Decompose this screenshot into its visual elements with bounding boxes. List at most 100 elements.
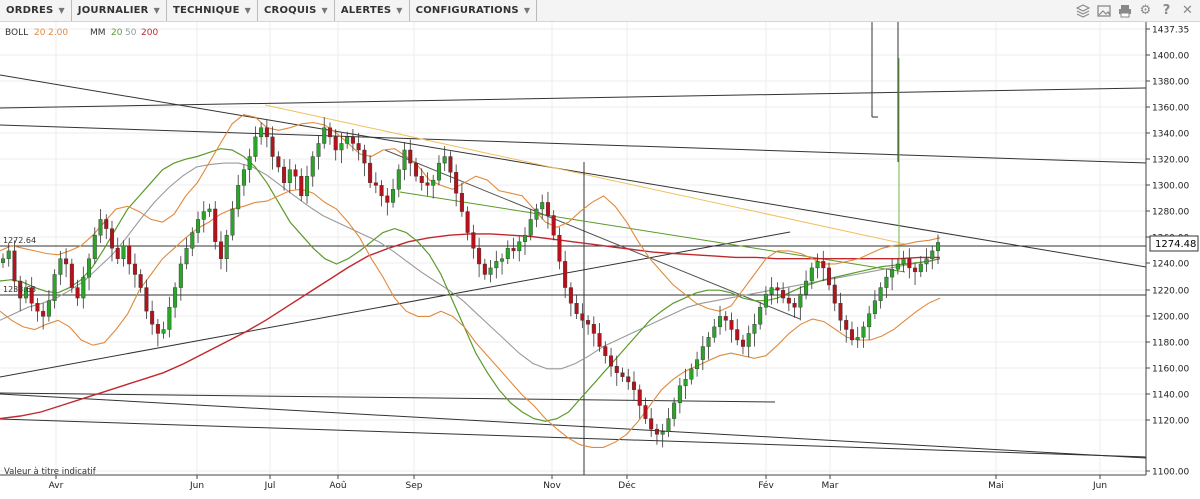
menu-ordres[interactable]: ORDRES ▼ bbox=[0, 0, 72, 21]
candle-down bbox=[448, 156, 453, 173]
x-tick-label: Fév bbox=[758, 480, 774, 491]
y-tick-label: 1240.00 bbox=[1152, 260, 1189, 270]
candle-up bbox=[746, 333, 751, 347]
candle-down bbox=[609, 355, 614, 367]
candle-up bbox=[689, 368, 694, 380]
candle-down bbox=[213, 208, 218, 242]
fibo-line bbox=[264, 104, 906, 245]
menu-label: ORDRES bbox=[6, 5, 54, 16]
print-icon[interactable] bbox=[1116, 2, 1133, 19]
x-tick-label: Mar bbox=[822, 481, 839, 491]
candle-up bbox=[930, 250, 935, 259]
candle-down bbox=[626, 376, 631, 383]
candle-up bbox=[700, 346, 705, 360]
candle-up bbox=[201, 211, 206, 220]
candle-down bbox=[127, 245, 132, 265]
candle-down bbox=[138, 274, 143, 288]
candle-up bbox=[58, 258, 63, 275]
y-tick-label: 1300.00 bbox=[1152, 182, 1189, 192]
candle-up bbox=[867, 313, 872, 328]
candle-down bbox=[574, 303, 579, 314]
candle-down bbox=[781, 289, 786, 299]
candle-up bbox=[677, 385, 682, 404]
layers-icon[interactable] bbox=[1074, 2, 1091, 19]
menu-configurations[interactable]: CONFIGURATIONS ▼ bbox=[410, 0, 538, 21]
caret-down-icon: ▼ bbox=[523, 6, 531, 15]
candle-down bbox=[557, 234, 562, 262]
candle-down bbox=[218, 241, 223, 259]
candle-up bbox=[310, 156, 315, 177]
decline-line bbox=[384, 149, 801, 320]
candle-up bbox=[207, 208, 212, 212]
candle-up bbox=[173, 287, 178, 308]
candle-up bbox=[305, 176, 310, 197]
y-tick-label: 1140.00 bbox=[1152, 391, 1189, 401]
candle-up bbox=[178, 263, 183, 288]
legend-boll-p1: 20 bbox=[34, 28, 46, 38]
menu-label: CONFIGURATIONS bbox=[415, 5, 519, 16]
candle-down bbox=[735, 329, 740, 341]
candle-down bbox=[654, 428, 659, 435]
y-tick-label: 1437.35 bbox=[1152, 26, 1189, 36]
candle-down bbox=[603, 346, 608, 356]
candle-up bbox=[431, 179, 436, 186]
footer-note: Valeur à titre indicatif bbox=[4, 467, 97, 477]
x-tick-label: Mai bbox=[988, 481, 1004, 491]
candle-down bbox=[792, 303, 797, 308]
image-icon[interactable] bbox=[1095, 2, 1112, 19]
candle-up bbox=[505, 248, 510, 259]
y-tick-label: 1160.00 bbox=[1152, 365, 1189, 375]
menu-label: JOURNALIER bbox=[77, 5, 149, 16]
candle-down bbox=[723, 316, 728, 321]
candle-up bbox=[396, 169, 401, 190]
legend-mm-p3: 200 bbox=[141, 28, 158, 38]
menu-croquis[interactable]: CROQUIS ▼ bbox=[258, 0, 335, 21]
candle-up bbox=[924, 258, 929, 265]
x-tick-label: Nov bbox=[543, 481, 561, 491]
candle-down bbox=[465, 211, 470, 233]
candle-down bbox=[35, 303, 40, 312]
menu-alertes[interactable]: ALERTES ▼ bbox=[335, 0, 410, 21]
candle-up bbox=[161, 329, 166, 334]
help-icon[interactable]: ? bbox=[1158, 2, 1175, 19]
caret-down-icon: ▼ bbox=[58, 6, 65, 15]
chart-area[interactable]: 1437.35 1400.00 1380.00 1360.00 1340.00 1320.… bbox=[0, 22, 1200, 495]
candle-up bbox=[236, 185, 241, 210]
menu-technique[interactable]: TECHNIQUE ▼ bbox=[167, 0, 258, 21]
candle-up bbox=[6, 250, 11, 259]
candle-down bbox=[563, 261, 568, 288]
gear-icon[interactable]: ⚙ bbox=[1137, 2, 1154, 19]
candle-up bbox=[345, 136, 350, 144]
candle-down bbox=[643, 405, 648, 419]
caret-down-icon: ▼ bbox=[396, 6, 403, 15]
x-tick-label: Jun bbox=[1092, 481, 1107, 491]
y-tick-label: 1400.00 bbox=[1152, 52, 1189, 62]
candle-up bbox=[81, 276, 86, 299]
candle-down bbox=[913, 267, 918, 273]
candle-up bbox=[901, 258, 906, 265]
candle-up bbox=[339, 143, 344, 151]
candle-up bbox=[230, 208, 235, 236]
y-tick-label: 1200.00 bbox=[1152, 313, 1189, 323]
candle-up bbox=[190, 232, 195, 249]
legend-mm-p1: 20 bbox=[111, 28, 123, 38]
candle-down bbox=[786, 297, 791, 304]
candle-up bbox=[322, 127, 327, 144]
toolbar-icons: ⚙ ? ✕ bbox=[1074, 2, 1196, 19]
close-icon[interactable]: ✕ bbox=[1179, 2, 1196, 19]
candle-down bbox=[551, 215, 556, 236]
menu-journalier[interactable]: JOURNALIER ▼ bbox=[72, 0, 167, 21]
candle-down bbox=[350, 136, 355, 144]
candle-up bbox=[224, 234, 229, 259]
candle-up bbox=[253, 136, 258, 157]
price-chart[interactable]: 1437.35 1400.00 1380.00 1360.00 1340.00 1320.… bbox=[0, 22, 1200, 495]
candle-up bbox=[872, 300, 877, 314]
candle-down bbox=[545, 202, 550, 216]
candle-down bbox=[477, 248, 482, 265]
candle-down bbox=[270, 136, 275, 157]
candle-down bbox=[740, 339, 745, 347]
candle-down bbox=[264, 127, 269, 138]
candle-up bbox=[752, 324, 757, 334]
channel-lower-line bbox=[0, 393, 1147, 459]
x-tick-label: Sep bbox=[406, 481, 423, 491]
